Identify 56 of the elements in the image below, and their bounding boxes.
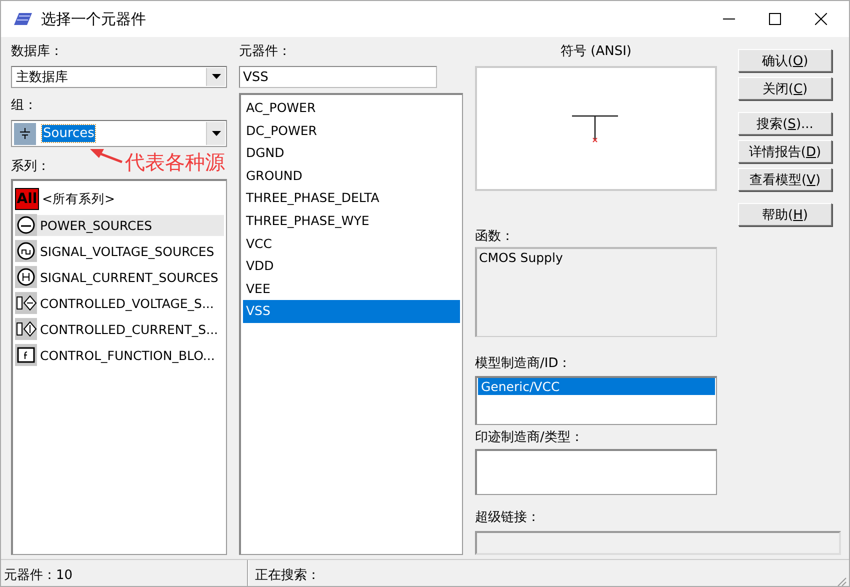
component-item[interactable]: AC_POWER xyxy=(243,97,460,120)
dialog-button[interactable]: 查看模型(V) xyxy=(738,168,832,191)
component-item[interactable]: THREE_PHASE_WYE xyxy=(243,210,460,233)
annotation-text: 代表各种源 xyxy=(125,150,225,174)
group-label: 组： xyxy=(11,96,37,114)
component-item[interactable]: VDD xyxy=(243,255,460,278)
series-item[interactable]: All <所有系列> xyxy=(15,186,224,212)
component-item[interactable]: GROUND xyxy=(243,164,460,188)
function-field: CMOS Supply xyxy=(475,247,717,337)
database-dropdown[interactable]: 主数据库 xyxy=(11,66,227,88)
dialog-button[interactable]: 详情报告(D) xyxy=(738,140,832,163)
series-item[interactable]: CONTROLLED_VOLTAGE_S... xyxy=(15,290,224,316)
component-item[interactable]: DGND xyxy=(243,142,460,165)
hyperlink-label: 超级链接： xyxy=(475,509,540,526)
window-title: 选择一个元器件 xyxy=(41,10,146,28)
dropdown-arrow-icon xyxy=(212,131,220,136)
component-label: 元器件： xyxy=(239,43,291,60)
dropdown-arrow-icon xyxy=(212,74,220,80)
series-label: 系列： xyxy=(11,158,50,176)
dialog-button[interactable]: 关闭(C) xyxy=(738,77,832,100)
status-search: 正在搜索： xyxy=(248,560,849,586)
footprint-label: 印迹制造商/类型： xyxy=(475,429,584,446)
power-source-icon xyxy=(15,214,37,236)
chip-icon xyxy=(13,12,33,26)
resize-grip-icon[interactable] xyxy=(835,575,847,586)
battery-symbol-icon xyxy=(14,122,36,145)
model-item[interactable]: Generic/VCC xyxy=(478,378,715,395)
dialog-button[interactable]: 确认(O) xyxy=(738,49,832,72)
component-item[interactable]: VSS xyxy=(243,300,460,323)
ground-symbol-drawing xyxy=(571,114,621,144)
model-label: 模型制造商/ID： xyxy=(475,355,572,372)
dialog-button[interactable]: 帮助(H) xyxy=(738,203,832,226)
symbol-label: 符号 (ANSI) xyxy=(560,43,632,60)
component-search-field[interactable]: VSS xyxy=(239,66,437,88)
series-item[interactable]: CONTROLLED_CURRENT_S... xyxy=(15,316,224,342)
component-item[interactable]: THREE_PHASE_DELTA xyxy=(243,187,460,210)
close-icon[interactable] xyxy=(815,13,827,25)
series-item[interactable]: CONTROL_FUNCTION_BLO... xyxy=(15,342,224,368)
component-item[interactable]: DC_POWER xyxy=(243,120,460,142)
component-item[interactable]: VEE xyxy=(243,278,460,300)
controlled-source-icon xyxy=(15,318,37,340)
function-block-icon xyxy=(15,344,37,366)
component-item[interactable]: VCC xyxy=(243,232,460,256)
signal-source-icon xyxy=(15,266,37,288)
function-label: 函数： xyxy=(475,228,514,245)
status-count: 元器件：10 xyxy=(1,560,248,586)
maximize-icon[interactable] xyxy=(769,13,781,25)
series-item[interactable]: SIGNAL_CURRENT_SOURCES xyxy=(15,264,224,290)
signal-source-icon xyxy=(15,240,37,262)
all-badge: All xyxy=(15,188,39,210)
group-dropdown[interactable]: Sources xyxy=(11,120,227,148)
dialog-button[interactable]: 搜索(S)... xyxy=(738,112,832,135)
annotation-arrow xyxy=(89,148,123,164)
series-item[interactable]: SIGNAL_VOLTAGE_SOURCES xyxy=(15,238,224,264)
controlled-source-icon xyxy=(15,292,37,314)
database-label: 数据库： xyxy=(11,43,63,60)
